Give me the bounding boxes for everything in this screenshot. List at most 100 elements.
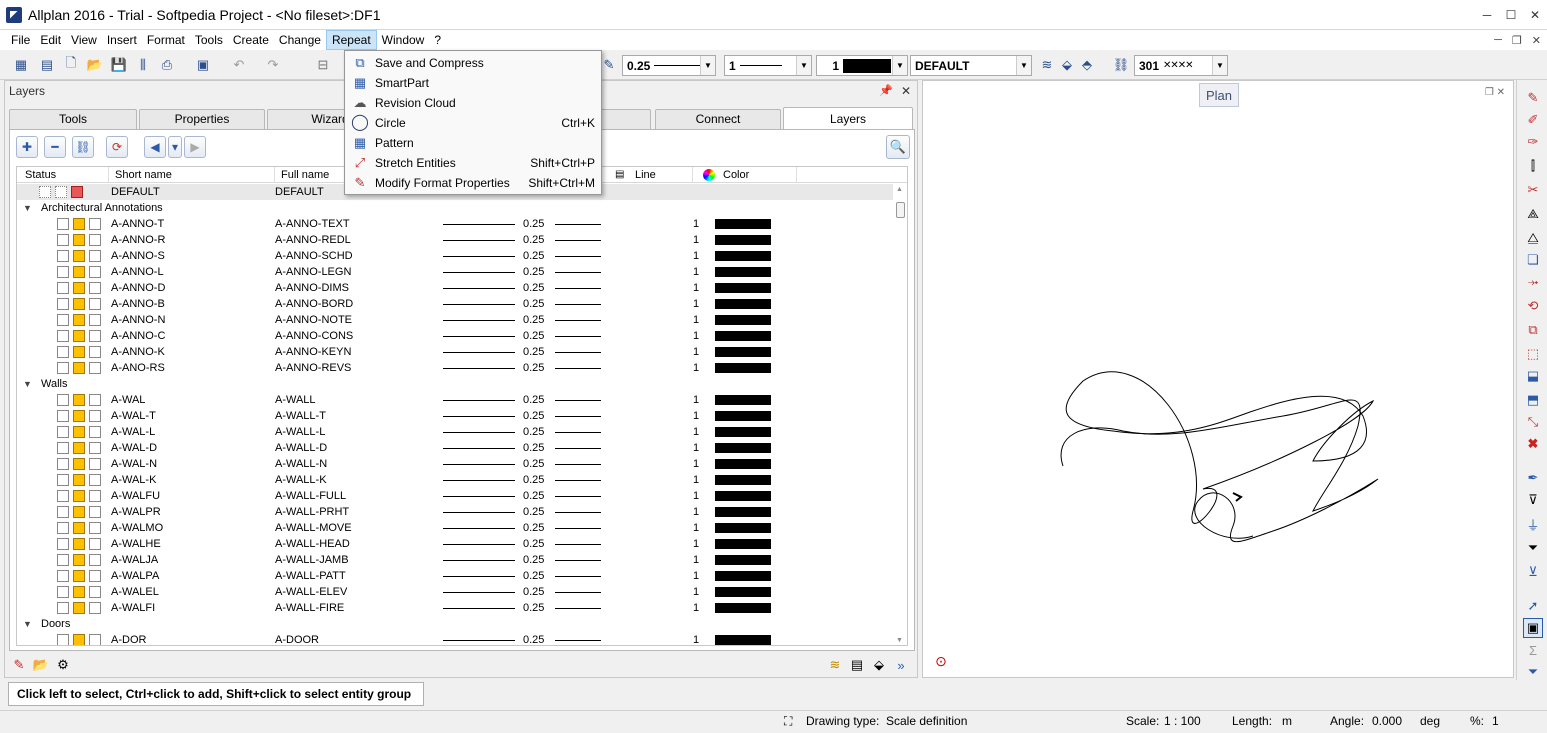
distort-icon[interactable]: ⬚: [1523, 344, 1543, 364]
collapse-triangle-icon[interactable]: ▼: [23, 376, 41, 392]
layer-status-icon[interactable]: [73, 234, 85, 246]
lock-checkbox[interactable]: [89, 554, 101, 566]
open-layer-icon[interactable]: 📂: [33, 657, 49, 673]
layer-status-icon[interactable]: [73, 298, 85, 310]
table-row[interactable]: A-WAL-D A-WALL-D 0.25 1: [17, 440, 895, 456]
lock-checkbox[interactable]: [89, 586, 101, 598]
lock-checkbox[interactable]: [89, 602, 101, 614]
chevron-down-icon[interactable]: ▼: [1016, 56, 1031, 75]
lock-checkbox[interactable]: [89, 218, 101, 230]
pin-icon[interactable]: 📌: [879, 81, 893, 101]
table-row[interactable]: A-WAL-N A-WALL-N 0.25 1: [17, 456, 895, 472]
duplicate-icon[interactable]: ❏: [1523, 250, 1543, 270]
table-row[interactable]: A-WALFI A-WALL-FIRE 0.25 1: [17, 600, 895, 616]
open-file-icon[interactable]: 📂: [86, 56, 104, 74]
lock-checkbox[interactable]: [89, 634, 101, 645]
visibility-checkbox[interactable]: [57, 586, 69, 598]
col-full-name[interactable]: Full name: [277, 167, 349, 183]
rotate-icon[interactable]: ⟲: [1523, 296, 1543, 316]
pattern-combo[interactable]: 301 ✕✕✕✕ ▼: [1134, 55, 1228, 76]
visibility-checkbox[interactable]: [57, 218, 69, 230]
visibility-checkbox[interactable]: [57, 282, 69, 294]
collapse-triangle-icon[interactable]: ▼: [23, 616, 41, 632]
lock-checkbox[interactable]: [89, 442, 101, 454]
visibility-checkbox[interactable]: [57, 506, 69, 518]
scroll-thumb[interactable]: [896, 202, 905, 218]
table-row[interactable]: A-ANNO-B A-ANNO-BORD 0.25 1: [17, 296, 895, 312]
layer-status-icon[interactable]: [73, 490, 85, 502]
filter-layer-icon[interactable]: ⏷: [1523, 538, 1543, 558]
visibility-checkbox[interactable]: [57, 458, 69, 470]
lock-checkbox[interactable]: [89, 330, 101, 342]
visibility-checkbox[interactable]: [57, 394, 69, 406]
visibility-checkbox[interactable]: [57, 426, 69, 438]
layer-status-icon[interactable]: [73, 458, 85, 470]
table-row[interactable]: A-ANNO-K A-ANNO-KEYN 0.25 1: [17, 344, 895, 360]
layer-group[interactable]: ▼ Doors: [17, 616, 895, 632]
lock-checkbox[interactable]: [89, 234, 101, 246]
expand-panel-icon[interactable]: »: [893, 657, 909, 673]
minimize-button[interactable]: ─: [1475, 0, 1499, 30]
lock-checkbox[interactable]: [89, 362, 101, 374]
angle-unit[interactable]: deg: [1420, 714, 1440, 728]
layer-refresh-icon[interactable]: ⟳: [106, 136, 128, 158]
filter-type-icon[interactable]: ⏚: [1523, 514, 1543, 534]
mirror-copy-icon[interactable]: ⧋: [1523, 228, 1543, 248]
insert-icon[interactable]: ⤞: [1523, 272, 1543, 292]
move-icon[interactable]: ✑: [1523, 132, 1543, 152]
layer-status-icon[interactable]: [73, 314, 85, 326]
menu-view[interactable]: View: [66, 30, 102, 50]
chevron-down-icon[interactable]: ▼: [796, 56, 811, 75]
table-row[interactable]: A-WAL-T A-WALL-T 0.25 1: [17, 408, 895, 424]
table-row[interactable]: A-ANNO-C A-ANNO-CONS 0.25 1: [17, 328, 895, 344]
layer-combo[interactable]: DEFAULT ▼: [910, 55, 1032, 76]
visibility-checkbox[interactable]: [57, 346, 69, 358]
lock-checkbox[interactable]: [89, 458, 101, 470]
copy-icon[interactable]: ✐: [1523, 110, 1543, 130]
mdi-minimize-icon[interactable]: ─: [1494, 34, 1502, 46]
split-icon[interactable]: ⫿: [1523, 156, 1543, 176]
save-icon[interactable]: 💾: [110, 56, 128, 74]
chevron-down-icon[interactable]: ▼: [700, 56, 715, 75]
layer-status-icon[interactable]: [73, 522, 85, 534]
layer-status-icon[interactable]: [73, 426, 85, 438]
table-row[interactable]: A-ANNO-S A-ANNO-SCHD 0.25 1: [17, 248, 895, 264]
transform-icon[interactable]: ⬓: [1523, 366, 1543, 386]
table-row[interactable]: A-ANNO-L A-ANNO-LEGN 0.25 1: [17, 264, 895, 280]
close-button[interactable]: ✕: [1523, 0, 1547, 30]
layer-group[interactable]: ▼ Architectural Annotations: [17, 200, 895, 216]
chevron-down-icon[interactable]: ▼: [892, 56, 907, 75]
col-color[interactable]: Color: [697, 167, 797, 183]
layer-status-icon[interactable]: [73, 346, 85, 358]
table-row[interactable]: A-WAL-L A-WALL-L 0.25 1: [17, 424, 895, 440]
trim-icon[interactable]: ✂: [1523, 180, 1543, 200]
new-project-icon[interactable]: ▦: [12, 56, 30, 74]
visibility-checkbox[interactable]: [57, 234, 69, 246]
funnel-icon[interactable]: ⏷: [1523, 662, 1543, 682]
visibility-checkbox[interactable]: [57, 410, 69, 422]
pen-thickness-combo[interactable]: 0.25 ▼: [622, 55, 716, 76]
select-icon[interactable]: ➚: [1523, 596, 1543, 616]
delete-icon[interactable]: ✎: [1523, 88, 1543, 108]
menu-tools[interactable]: Tools: [190, 30, 228, 50]
table-row[interactable]: A-ANO-RS A-ANNO-REVS 0.25 1: [17, 360, 895, 376]
measure-icon[interactable]: ⊟: [314, 56, 332, 74]
col-line[interactable]: ▤ Line: [613, 167, 693, 183]
visibility-checkbox[interactable]: [57, 330, 69, 342]
menu-insert[interactable]: Insert: [102, 30, 142, 50]
layer-status-icon[interactable]: [73, 634, 85, 645]
table-row[interactable]: A-WALJA A-WALL-JAMB 0.25 1: [17, 552, 895, 568]
lock-checkbox[interactable]: [89, 394, 101, 406]
layer-status-icon[interactable]: [73, 474, 85, 486]
menu-repeat[interactable]: Repeat: [325, 30, 377, 50]
lock-checkbox[interactable]: [89, 506, 101, 518]
scroll-down-icon[interactable]: ▼: [896, 637, 903, 644]
layer-status-icon[interactable]: [73, 602, 85, 614]
format-chain-icon[interactable]: ⛓: [1112, 56, 1130, 74]
layout-icon[interactable]: ▣: [194, 56, 212, 74]
layer-status-icon[interactable]: [73, 266, 85, 278]
mdi-restore-icon[interactable]: ❐: [1512, 34, 1522, 47]
undo-icon[interactable]: ↶: [230, 56, 248, 74]
table-row[interactable]: A-WALHE A-WALL-HEAD 0.25 1: [17, 536, 895, 552]
redo-icon[interactable]: ↷: [264, 56, 282, 74]
